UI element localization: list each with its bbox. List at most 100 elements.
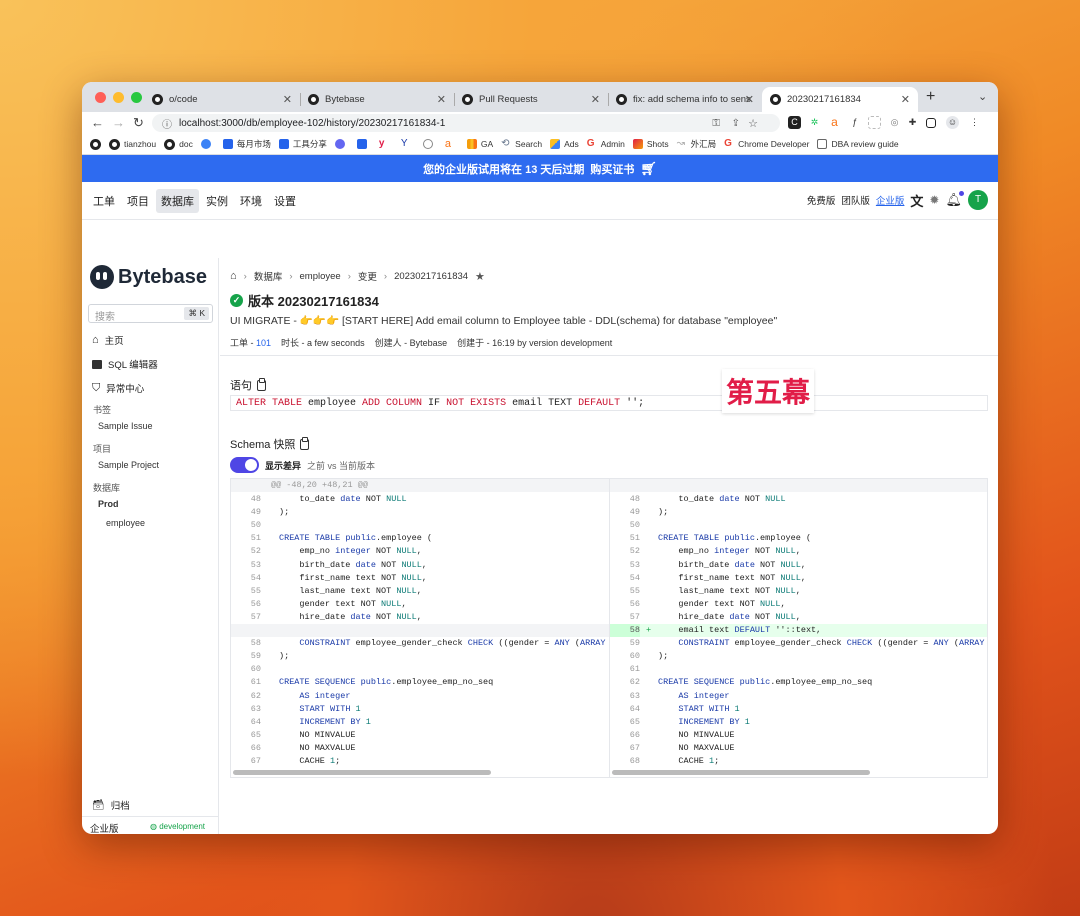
- sidebar-item-home[interactable]: ⌂ 主页: [92, 333, 124, 347]
- extension-icon[interactable]: [868, 116, 881, 129]
- sidebar-item-sql-editor[interactable]: SQL 编辑器: [92, 357, 158, 371]
- close-tab-icon[interactable]: ✕: [745, 93, 754, 106]
- sidebar-project-item[interactable]: Sample Project: [98, 460, 159, 470]
- browser-tab[interactable]: fix: add schema info to sensiti ✕: [608, 87, 762, 112]
- extension-icon[interactable]: a: [828, 116, 841, 129]
- line-code: NO MINVALUE: [658, 729, 735, 740]
- plan-team[interactable]: 团队版: [841, 193, 870, 207]
- close-tab-icon[interactable]: ✕: [591, 93, 600, 106]
- sidebar-environment[interactable]: Prod: [98, 499, 119, 509]
- clipboard-icon[interactable]: [300, 436, 310, 450]
- horizontal-scrollbar[interactable]: [612, 770, 870, 775]
- bookmark-star-icon[interactable]: ☆: [748, 117, 758, 130]
- bookmark[interactable]: ↝ 外汇局: [676, 138, 716, 150]
- bookmark[interactable]: G Chrome Developer: [724, 139, 809, 149]
- extension-icon[interactable]: ✲: [808, 116, 821, 129]
- breadcrumb-changes[interactable]: 变更: [358, 269, 377, 283]
- bytebase-logo[interactable]: Bytebase: [90, 265, 207, 289]
- reload-icon[interactable]: ↻: [133, 115, 144, 131]
- camera-icon[interactable]: ◎: [888, 116, 901, 129]
- bookmark[interactable]: DBA review guide: [817, 139, 899, 149]
- star-icon[interactable]: ★: [475, 270, 485, 283]
- schema-diff-viewer[interactable]: @@ -48,20 +48,21 @@ 48 to_date date NOT N…: [230, 478, 988, 778]
- browser-tab-active[interactable]: 20230217161834 ✕: [762, 87, 918, 112]
- nav-projects[interactable]: 项目: [122, 189, 154, 213]
- bookmark[interactable]: [90, 138, 101, 150]
- bookmark[interactable]: [200, 139, 215, 149]
- bookmark[interactable]: a: [444, 139, 459, 150]
- bookmark[interactable]: 工具分享: [278, 138, 327, 150]
- close-tab-icon[interactable]: ✕: [901, 93, 910, 106]
- home-icon[interactable]: ⌂: [230, 270, 237, 282]
- bookmark[interactable]: doc: [164, 138, 193, 150]
- sidebar-item-label: 主页: [104, 336, 124, 347]
- bookmark[interactable]: [334, 139, 349, 149]
- line-number: 59: [629, 638, 640, 649]
- issue-link[interactable]: 101: [256, 338, 271, 348]
- site-info-icon[interactable]: ⓘ: [162, 116, 172, 131]
- page-title: ✓ 版本 20230217161834: [230, 291, 379, 310]
- nav-databases[interactable]: 数据库: [156, 188, 199, 213]
- kebab-menu-icon[interactable]: ⋮: [968, 116, 981, 129]
- minimize-window-button[interactable]: [113, 92, 124, 103]
- bookmark[interactable]: GA: [466, 139, 493, 149]
- statement-box[interactable]: ALTER TABLE employee ADD COLUMN IF NOT E…: [230, 395, 988, 411]
- translate-icon[interactable]: 文: [910, 191, 923, 210]
- back-arrow-icon[interactable]: ←: [91, 115, 104, 130]
- bookmark[interactable]: tianzhou: [109, 138, 156, 150]
- line-number: 58: [250, 638, 261, 649]
- new-tab-button[interactable]: +: [926, 88, 935, 106]
- debug-bug-icon[interactable]: ✹: [929, 193, 939, 207]
- search-input[interactable]: 搜索 ⌘ K: [88, 304, 213, 323]
- avatar[interactable]: T: [968, 190, 988, 210]
- browser-tab[interactable]: Bytebase ✕: [300, 87, 454, 112]
- nav-environments[interactable]: 环境: [235, 189, 267, 213]
- close-tab-icon[interactable]: ✕: [437, 93, 446, 106]
- close-window-button[interactable]: [95, 92, 106, 103]
- sidebar-item-anomaly[interactable]: ⛉ 异常中心: [92, 381, 144, 396]
- url-field[interactable]: ⓘ localhost:3000/db/employee-102/history…: [152, 114, 780, 132]
- bookmark[interactable]: Ads: [550, 139, 579, 149]
- sidebar-database-item[interactable]: employee: [106, 518, 145, 528]
- key-icon[interactable]: ⚿: [712, 118, 720, 129]
- diff-line: 63 START WITH 1: [231, 703, 609, 716]
- nav-settings[interactable]: 设置: [269, 189, 301, 213]
- puzzle-icon[interactable]: ✚: [906, 116, 919, 129]
- show-diff-toggle[interactable]: [230, 457, 259, 473]
- sidebar-item-archive[interactable]: 🗃︎ 归档: [92, 798, 130, 813]
- zoom-window-button[interactable]: [131, 92, 142, 103]
- browser-tab[interactable]: o/code ✕: [144, 87, 300, 112]
- bookmark[interactable]: y: [378, 139, 393, 149]
- close-tab-icon[interactable]: ✕: [283, 93, 292, 106]
- extension-icon[interactable]: C: [788, 116, 801, 129]
- profile-avatar-icon[interactable]: ☺: [946, 116, 959, 129]
- bookmark[interactable]: Shots: [632, 139, 669, 149]
- bookmark[interactable]: [356, 139, 371, 149]
- browser-tab[interactable]: Pull Requests ✕: [454, 87, 608, 112]
- breadcrumb-database[interactable]: employee: [300, 271, 341, 282]
- forward-arrow-icon[interactable]: →: [112, 115, 125, 130]
- breadcrumb-databases[interactable]: 数据库: [254, 269, 283, 283]
- line-number: 66: [629, 729, 640, 740]
- share-icon[interactable]: ⇪: [732, 118, 740, 129]
- sidebar-bookmark-item[interactable]: Sample Issue: [98, 421, 153, 431]
- env-badge[interactable]: ◍ development: [150, 822, 205, 831]
- tab-search-chevron-icon[interactable]: ⌄: [978, 90, 987, 103]
- extension-icon[interactable]: ƒ: [848, 116, 861, 129]
- bell-icon[interactable]: 🔔︎: [945, 191, 964, 208]
- clipboard-icon[interactable]: [257, 377, 266, 391]
- bookmark[interactable]: G Admin: [586, 139, 625, 149]
- bookmark[interactable]: ⟲ Search: [501, 139, 542, 149]
- line-code: first_name text NOT NULL,: [658, 572, 806, 583]
- plan-enterprise[interactable]: 企业版: [876, 193, 905, 207]
- sidepanel-icon[interactable]: [926, 118, 936, 128]
- buy-license-link[interactable]: 购买证书: [590, 161, 634, 177]
- nav-instances[interactable]: 实例: [201, 189, 233, 213]
- bookmark[interactable]: 每月市场: [222, 138, 271, 150]
- plan-free[interactable]: 免费版: [807, 193, 836, 207]
- bookmark[interactable]: Y: [400, 139, 415, 149]
- horizontal-scrollbar[interactable]: [233, 770, 491, 775]
- nav-issues[interactable]: 工单: [88, 189, 120, 213]
- bookmark[interactable]: [422, 139, 437, 149]
- cart-icon[interactable]: 🛒︎: [640, 161, 657, 177]
